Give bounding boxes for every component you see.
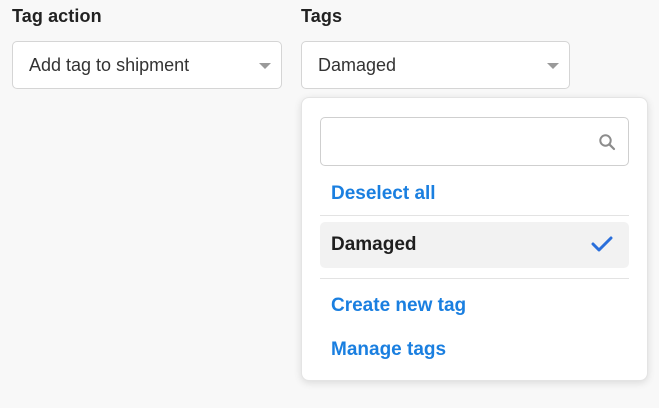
search-icon: [599, 134, 616, 151]
tags-dropdown-menu: Deselect all Damaged Create new tag Mana…: [301, 97, 648, 381]
caret-down-icon: [547, 63, 559, 69]
tag-option-damaged[interactable]: Damaged: [320, 222, 629, 268]
tags-label: Tags: [301, 6, 343, 26]
create-new-tag-link[interactable]: Create new tag: [331, 295, 466, 317]
tag-action-form: Tag action Tags Add tag to shipment Dama…: [0, 0, 659, 408]
tag-action-value: Add tag to shipment: [29, 55, 190, 75]
divider: [320, 215, 629, 216]
caret-down-icon: [259, 63, 271, 69]
tag-search-input[interactable]: [331, 126, 585, 158]
deselect-all-link[interactable]: Deselect all: [331, 183, 436, 205]
manage-tags-link[interactable]: Manage tags: [331, 339, 446, 361]
tag-action-select[interactable]: Add tag to shipment: [12, 41, 282, 89]
tag-option-label: Damaged: [331, 234, 417, 255]
check-icon: [591, 236, 613, 252]
divider: [320, 278, 629, 279]
tags-value: Damaged: [318, 55, 397, 75]
tag-action-label: Tag action: [12, 6, 102, 26]
tags-select[interactable]: Damaged: [301, 41, 570, 89]
tag-search-field[interactable]: [320, 117, 629, 166]
